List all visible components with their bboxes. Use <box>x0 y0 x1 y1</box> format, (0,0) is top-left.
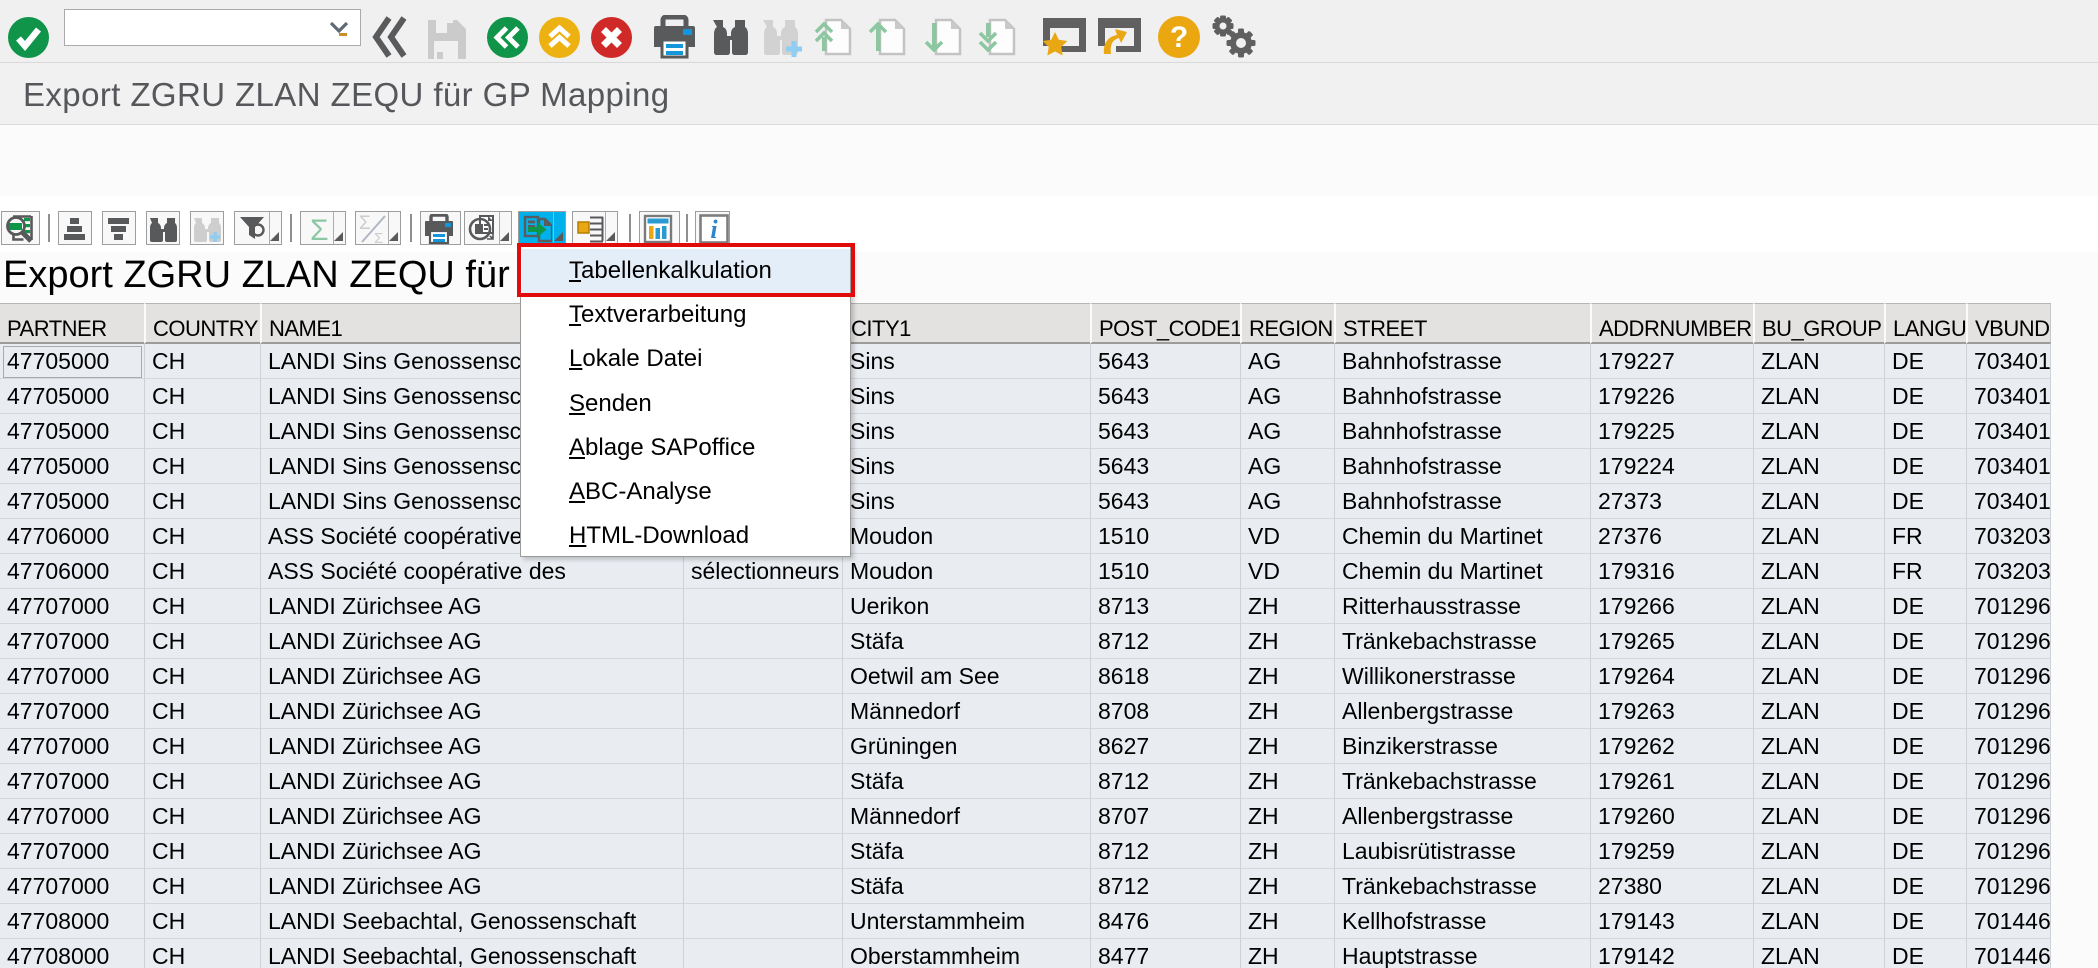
svg-text:Σ: Σ <box>359 214 371 234</box>
svg-text:i: i <box>710 215 718 244</box>
svg-text:Σ: Σ <box>310 214 329 244</box>
svg-text:Σ: Σ <box>374 230 383 244</box>
svg-text:?: ? <box>1170 21 1188 54</box>
